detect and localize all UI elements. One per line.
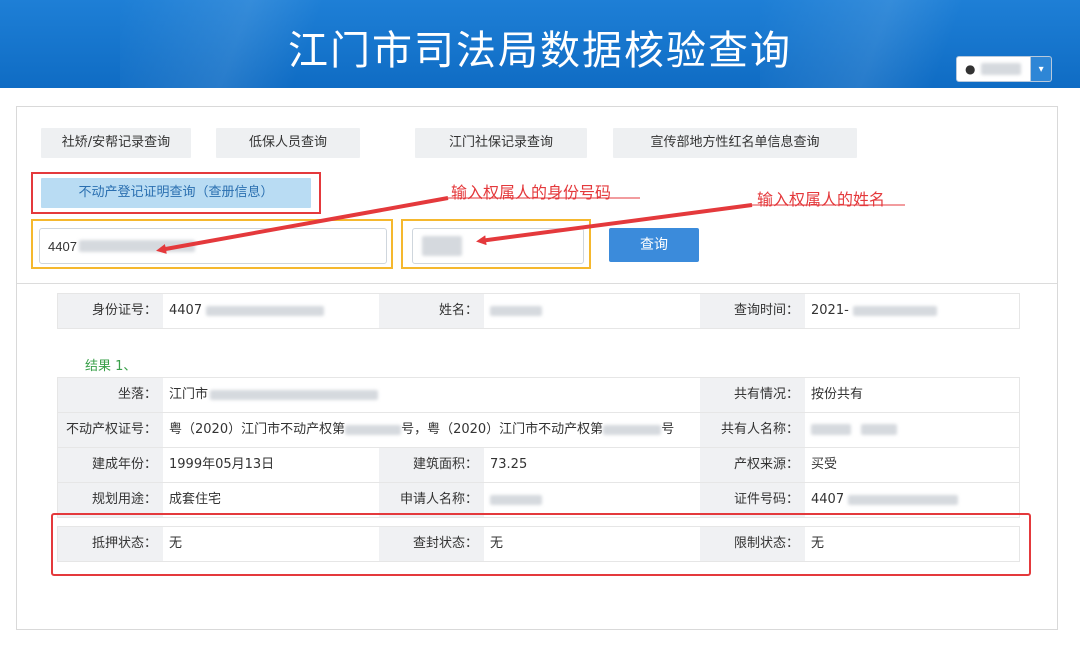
co-owner-label: 共有人名称： <box>700 413 805 447</box>
usage-value: 成套住宅 <box>169 492 222 507</box>
share-value: 按份共有 <box>811 387 864 402</box>
name-hint-annotation: 输入权属人的姓名 <box>757 190 886 209</box>
source-value: 买受 <box>811 457 838 472</box>
username-redacted <box>981 63 1022 75</box>
location-label: 坐落： <box>58 378 163 412</box>
card-number-value: 4407 <box>805 483 1025 517</box>
certificate-label: 不动产权证号： <box>58 413 163 447</box>
certificate-value: 粤（2020）江门市不动产权第 号，粤（2020）江门市不动产权第号 <box>169 422 675 437</box>
user-menu[interactable]: ● ▾ <box>956 56 1052 82</box>
applicant-label: 申请人名称： <box>379 483 484 517</box>
result-title: 结果 1、 <box>85 359 137 374</box>
share-label: 共有情况： <box>700 378 805 412</box>
name-label: 姓名： <box>379 294 484 328</box>
card-number-label: 证件号码： <box>700 483 805 517</box>
result-row: 不动产权证号： 粤（2020）江门市不动产权第 号，粤（2020）江门市不动产权第… <box>57 412 1020 448</box>
id-value: 4407 <box>163 294 384 328</box>
summary-row: 身份证号： 4407 姓名： 查询时间： 2021- <box>57 293 1020 329</box>
tab-highlight <box>31 172 321 214</box>
location-value: 江门市 <box>163 378 705 412</box>
build-year-label: 建成年份： <box>58 448 163 482</box>
time-label: 查询时间： <box>700 294 805 328</box>
page-title: 江门市司法局数据核验查询 <box>288 28 792 74</box>
id-input-highlight <box>31 219 393 269</box>
tab-low-income[interactable]: 低保人员查询 <box>216 128 360 158</box>
result-row: 建成年份： 1999年05月13日 建筑面积： 73.25 产权来源： 买受 <box>57 447 1020 483</box>
user-icon: ● <box>965 62 976 76</box>
name-input-highlight <box>401 219 591 269</box>
result-row: 坐落： 江门市 共有情况： 按份共有 <box>57 377 1020 413</box>
tab-social-security[interactable]: 江门社保记录查询 <box>415 128 587 158</box>
applicant-value <box>484 483 706 517</box>
tab-community-correction[interactable]: 社矫/安帮记录查询 <box>41 128 191 158</box>
area-label: 建筑面积： <box>379 448 484 482</box>
query-button[interactable]: 查询 <box>609 228 699 262</box>
status-highlight <box>51 513 1031 576</box>
name-value <box>484 294 706 328</box>
id-label: 身份证号： <box>58 294 163 328</box>
divider <box>17 283 1057 284</box>
area-value: 73.25 <box>490 457 528 472</box>
build-year-value: 1999年05月13日 <box>169 457 275 472</box>
header-banner: 江门市司法局数据核验查询 ● ▾ <box>0 0 1080 88</box>
usage-label: 规划用途： <box>58 483 163 517</box>
id-hint-annotation: 输入权属人的身份号码 <box>451 183 612 202</box>
user-menu-button[interactable]: ● <box>956 56 1032 82</box>
co-owner-value <box>805 413 1025 447</box>
chevron-down-icon[interactable]: ▾ <box>1031 56 1052 82</box>
time-value: 2021- <box>805 294 1025 328</box>
tab-red-list[interactable]: 宣传部地方性红名单信息查询 <box>613 128 857 158</box>
source-label: 产权来源： <box>700 448 805 482</box>
